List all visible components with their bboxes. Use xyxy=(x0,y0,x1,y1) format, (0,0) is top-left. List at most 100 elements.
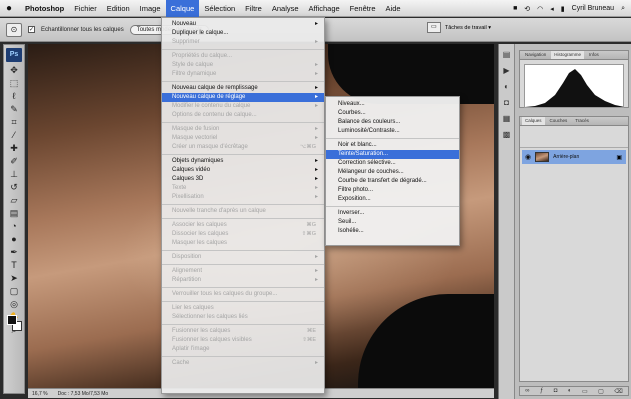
reglage-menu-item-balance-des-couleurs[interactable]: Balance des couleurs... xyxy=(326,118,459,127)
tab-couches[interactable]: Couches xyxy=(547,117,571,125)
calque-menu-item-shortcut: ⌥⌘G xyxy=(299,144,316,150)
calque-menu-item-objets-dynamiques[interactable]: Objets dynamiques ▸ xyxy=(162,157,324,166)
calque-menu-item-calques-3d[interactable]: Calques 3D ▸ xyxy=(162,175,324,184)
folder-icon[interactable]: ▭ xyxy=(582,388,588,395)
new-layer-icon[interactable]: ▢ xyxy=(598,388,604,395)
adjustments-panel-icon[interactable]: ◐ xyxy=(502,82,512,92)
zoom-level[interactable]: 16,7 % xyxy=(32,391,48,397)
menu-image[interactable]: Image xyxy=(135,0,166,17)
menu-fenetre[interactable]: Fenêtre xyxy=(345,0,381,17)
link-icon[interactable]: ∞ xyxy=(525,388,529,394)
swatches-panel-icon[interactable]: ▩ xyxy=(502,130,512,140)
shape-tool-icon[interactable]: ▢ xyxy=(7,285,21,297)
calque-menu-item-proprietes-du-calque: Propriétés du calque... xyxy=(162,52,324,61)
calque-menu-item-label: Créer un masque d'écrêtage xyxy=(172,144,248,150)
tab-calques[interactable]: Calques xyxy=(522,117,545,125)
reglage-menu-item-courbes[interactable]: Courbes... xyxy=(326,109,459,118)
masks-panel-icon[interactable]: ◘ xyxy=(502,98,512,108)
adjustment-icon[interactable]: ◐ xyxy=(568,388,572,394)
menu-fichier[interactable]: Fichier xyxy=(69,0,102,17)
reglage-menu-item-noir-et-blanc[interactable]: Noir et blanc... xyxy=(326,141,459,150)
calque-menu-item-nouveau-calque-de-reglage[interactable]: Nouveau calque de réglage ▸ xyxy=(162,93,324,102)
styles-panel-icon[interactable]: ▦ xyxy=(502,114,512,124)
lasso-tool-icon[interactable]: ℓ xyxy=(7,90,21,102)
fx-icon[interactable]: ƒ xyxy=(540,388,543,394)
brush-tool-icon[interactable]: ✐ xyxy=(7,155,21,167)
quick-select-tool-icon[interactable]: ✎ xyxy=(7,103,21,115)
menu-analyse[interactable]: Analyse xyxy=(267,0,304,17)
flag-icon[interactable]: ▮ xyxy=(561,5,565,13)
mask-icon[interactable]: ◘ xyxy=(554,388,558,394)
history-brush-tool-icon[interactable]: ↺ xyxy=(7,181,21,193)
calque-menu-item-nouveau-calque-de-remplissage[interactable]: Nouveau calque de remplissage ▸ xyxy=(162,84,324,93)
submenu-arrow-icon: ▸ xyxy=(314,39,318,45)
reglage-menu-item-courbe-de-transfert-de-degrade[interactable]: Courbe de transfert de dégradé... xyxy=(326,177,459,186)
calque-menu-item-dupliquer-le-calque[interactable]: Dupliquer le calque... xyxy=(162,29,324,38)
tab-infos[interactable]: Infos xyxy=(586,51,602,59)
clone-tool-icon[interactable]: ⊥ xyxy=(7,168,21,180)
trash-icon[interactable]: ⌫ xyxy=(614,388,622,395)
calque-menu-item-nouveau[interactable]: Nouveau ▸ xyxy=(162,20,324,29)
blur-tool-icon[interactable]: ◔ xyxy=(7,220,21,232)
calque-menu-item-shortcut: ⌘G xyxy=(306,222,316,228)
eye-icon[interactable]: ◉ xyxy=(525,153,531,161)
reglage-menu-item-isohelie[interactable]: Isohélie... xyxy=(326,227,459,236)
spaces-icon[interactable]: ■ xyxy=(513,5,517,12)
calque-menu-item-label: Répartition xyxy=(172,277,202,283)
calque-menu-item-calques-video[interactable]: Calques vidéo ▸ xyxy=(162,166,324,175)
reglage-menu-item-exposition[interactable]: Exposition... xyxy=(326,195,459,204)
reglage-menu-item-correction-selective[interactable]: Correction sélective... xyxy=(326,159,459,168)
healing-tool-icon[interactable]: ✚ xyxy=(7,142,21,154)
crop-tool-icon[interactable]: ⌗ xyxy=(7,116,21,128)
spotlight-icon[interactable]: ⌕ xyxy=(621,5,625,13)
path-select-tool-icon[interactable]: ➤ xyxy=(7,272,21,284)
history-panel-icon[interactable]: ▤ xyxy=(502,50,512,60)
menu-selection[interactable]: Sélection xyxy=(199,0,240,17)
menu-edition[interactable]: Edition xyxy=(102,0,135,17)
move-tool-icon[interactable]: ✥ xyxy=(7,64,21,76)
type-tool-icon[interactable]: T xyxy=(7,259,21,271)
calque-menu-item-masquer-les-calques: Masquer les calques xyxy=(162,239,324,248)
reglage-menu-item-inverser[interactable]: Inverser... xyxy=(326,209,459,218)
user-name[interactable]: Cyril Bruneau xyxy=(572,5,614,12)
submenu-arrow-icon: ▸ xyxy=(314,62,318,68)
pen-tool-icon[interactable]: ✒ xyxy=(7,246,21,258)
calque-menu-item-label: Lier les calques xyxy=(172,305,214,311)
histogram-panel-tabs: Navigation Histogramme Infos xyxy=(520,51,628,60)
3d-tool-icon[interactable]: ◎ xyxy=(7,298,21,310)
volume-icon[interactable]: ◂ xyxy=(550,5,554,13)
reglage-menu-item-melangeur-de-couches[interactable]: Mélangeur de couches... xyxy=(326,168,459,177)
dodge-tool-icon[interactable]: ● xyxy=(7,233,21,245)
reglage-menu-item-niveaux[interactable]: Niveaux... xyxy=(326,100,459,109)
marquee-tool-icon[interactable]: ⬚ xyxy=(7,77,21,89)
sync-icon[interactable]: ⟲ xyxy=(524,5,530,13)
screen-mode-icon[interactable]: ▭ xyxy=(426,22,441,33)
panel-icon-strip: ▤ ▶ ◐ ◘ ▦ ▩ xyxy=(499,44,515,399)
actions-panel-icon[interactable]: ▶ xyxy=(502,66,512,76)
menu-aide[interactable]: Aide xyxy=(381,0,406,17)
reglage-menu-item-teinte-saturation[interactable]: Teinte/Saturation... xyxy=(326,150,459,159)
reglage-menu-item-seuil[interactable]: Seuil... xyxy=(326,218,459,227)
menu-calque[interactable]: Calque xyxy=(165,0,200,17)
menu-filtre[interactable]: Filtre xyxy=(240,0,267,17)
foreground-color-swatch[interactable] xyxy=(7,315,17,325)
sample-all-checkbox[interactable]: ✓ xyxy=(28,26,35,33)
menu-photoshop[interactable]: Photoshop xyxy=(20,0,69,17)
gradient-tool-icon[interactable]: ▤ xyxy=(7,207,21,219)
eraser-tool-icon[interactable]: ▱ xyxy=(7,194,21,206)
apple-icon[interactable]: ● xyxy=(6,3,12,14)
reglage-menu-item-luminosite-contraste[interactable]: Luminosité/Contraste... xyxy=(326,127,459,136)
calque-menu-item-label: Options de contenu de calque... xyxy=(172,112,257,118)
workspace-select[interactable]: Tâches de travail ▾ xyxy=(445,25,491,31)
menu-affichage[interactable]: Affichage xyxy=(304,0,345,17)
submenu-arrow-icon: ▸ xyxy=(314,103,318,109)
reglage-menu-item-filtre-photo[interactable]: Filtre photo... xyxy=(326,186,459,195)
eyedropper-tool-icon[interactable]: ⁄ xyxy=(7,129,21,141)
tab-traces[interactable]: Tracés xyxy=(572,117,592,125)
layer-row[interactable]: ◉ Arrière-plan ▣ xyxy=(522,150,626,164)
wifi-icon[interactable]: ◠ xyxy=(537,5,543,13)
quick-select-tool-icon[interactable]: ⊙ xyxy=(6,22,22,37)
tab-histogram[interactable]: Histogramme xyxy=(551,51,585,59)
tab-navigation[interactable]: Navigation xyxy=(522,51,549,59)
calque-menu-separator xyxy=(162,301,324,302)
